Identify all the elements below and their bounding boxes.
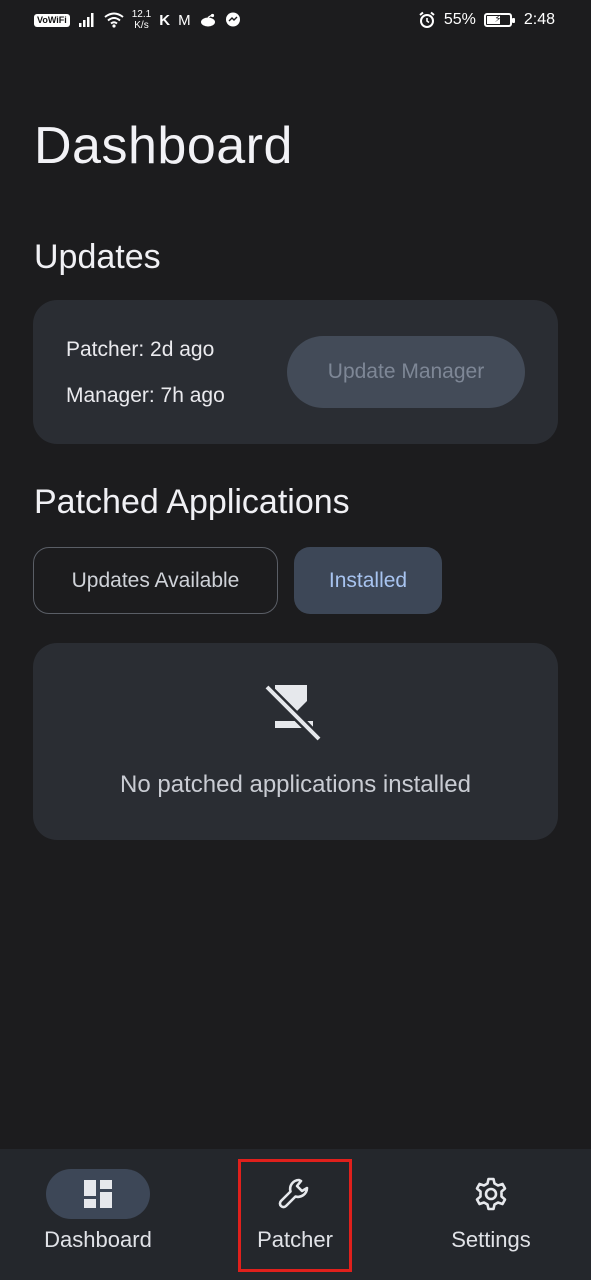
status-bar: VoWiFi 12.1 K/s K M 55% ⚡ 2:48 bbox=[0, 0, 591, 40]
patcher-update-status: Patcher: 2d ago bbox=[66, 338, 215, 361]
messenger-icon bbox=[225, 12, 240, 27]
gear-icon bbox=[475, 1177, 507, 1211]
wrench-icon bbox=[278, 1178, 309, 1209]
bottom-navigation: Dashboard Patcher Settings bbox=[0, 1149, 591, 1280]
filter-chip-installed[interactable]: Installed bbox=[294, 547, 442, 614]
nav-item-settings[interactable]: Settings bbox=[420, 1149, 562, 1280]
nav-label-patcher: Patcher bbox=[257, 1227, 333, 1252]
nav-item-patcher[interactable]: Patcher bbox=[238, 1149, 352, 1280]
update-manager-button[interactable]: Update Manager bbox=[287, 336, 525, 408]
wifi-icon bbox=[104, 12, 124, 28]
nav-settings-icon-container bbox=[439, 1169, 543, 1219]
updates-card: Patcher: 2d ago Manager: 7h ago Update M… bbox=[33, 300, 558, 444]
status-bar-right: 55% ⚡ 2:48 bbox=[418, 11, 555, 29]
battery-percent: 55% bbox=[443, 11, 476, 28]
net-speed-unit: K/s bbox=[134, 20, 149, 31]
page-title: Dashboard bbox=[34, 117, 293, 175]
manager-update-status: Manager: 7h ago bbox=[66, 384, 225, 407]
nav-label-dashboard: Dashboard bbox=[44, 1227, 152, 1252]
patched-apps-empty-card: No patched applications installed bbox=[33, 643, 558, 840]
notification-k-icon: K bbox=[159, 11, 171, 29]
signal-icon bbox=[78, 13, 94, 27]
nav-active-indicator bbox=[46, 1169, 150, 1219]
net-speed: 12.1 K/s bbox=[132, 9, 151, 31]
battery-charging-icon: ⚡ bbox=[483, 13, 515, 27]
net-speed-value: 12.1 bbox=[131, 9, 152, 20]
nav-label-settings: Settings bbox=[451, 1227, 531, 1252]
patched-apps-section-title: Patched Applications bbox=[34, 483, 350, 521]
empty-message: No patched applications installed bbox=[120, 771, 471, 798]
status-bar-left: VoWiFi 12.1 K/s K M bbox=[34, 9, 241, 31]
charging-bolt-icon: ⚡ bbox=[494, 14, 502, 25]
nav-patcher-icon-container bbox=[243, 1169, 347, 1219]
no-apps-icon bbox=[263, 683, 323, 741]
reddit-icon bbox=[200, 13, 215, 27]
nav-item-dashboard[interactable]: Dashboard bbox=[20, 1149, 176, 1280]
filter-chip-updates-available[interactable]: Updates Available bbox=[33, 547, 278, 614]
alarm-icon bbox=[419, 11, 435, 28]
vowifi-badge: VoWiFi bbox=[34, 13, 70, 27]
clock: 2:48 bbox=[523, 11, 555, 28]
updates-section-title: Updates bbox=[34, 238, 161, 276]
gmail-icon: M bbox=[178, 11, 191, 29]
dashboard-icon bbox=[84, 1180, 112, 1208]
